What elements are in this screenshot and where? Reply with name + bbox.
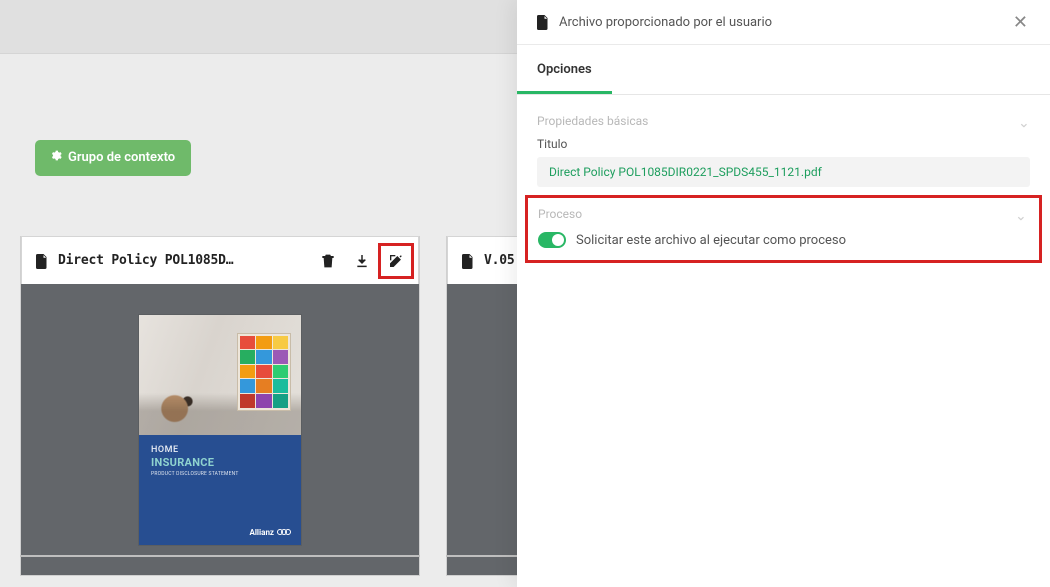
file-card-actions: [318, 251, 406, 271]
edit-button[interactable]: [386, 251, 406, 271]
thumb-line2: INSURANCE: [151, 456, 289, 469]
toggle-request-on-run: Solicitar este archivo al ejecutar como …: [538, 232, 1027, 248]
context-group-label: Grupo de contexto: [68, 150, 175, 165]
thumb-line1: HOME: [151, 445, 289, 455]
close-icon: ✕: [1013, 12, 1028, 32]
toggle-label: Solicitar este archivo al ejecutar como …: [576, 233, 846, 248]
thumbnail-photo: [139, 315, 301, 436]
thumb-line3: PRODUCT DISCLOSURE STATEMENT: [151, 471, 289, 477]
file-card: Direct Policy POL1085D…: [20, 236, 420, 576]
properties-side-panel: Archivo proporcionado por el usuario ✕ O…: [517, 0, 1050, 587]
section-basic-label: Propiedades básicas: [537, 114, 648, 128]
context-group-pill[interactable]: Grupo de contexto: [35, 140, 191, 176]
close-button[interactable]: ✕: [1011, 11, 1030, 33]
file-card-title: Direct Policy POL1085D…: [58, 253, 308, 268]
chevron-down-icon: ⌃: [1015, 206, 1027, 222]
section-proceso-label: Proceso: [538, 207, 582, 221]
brand-text: Allianz: [249, 528, 274, 537]
field-title-label: Titulo: [537, 137, 1030, 151]
thumbnail-caption: HOME INSURANCE PRODUCT DISCLOSURE STATEM…: [139, 435, 301, 544]
panel-header: Archivo proporcionado por el usuario ✕: [517, 0, 1050, 45]
chevron-down-icon: ⌃: [1018, 113, 1030, 129]
download-button[interactable]: [352, 251, 372, 271]
document-icon: [537, 15, 549, 29]
gear-icon: [49, 149, 62, 166]
brand-rings-icon: [277, 529, 291, 535]
delete-button[interactable]: [318, 251, 338, 271]
toggle-switch[interactable]: [538, 232, 566, 248]
document-icon: [462, 254, 474, 268]
document-icon: [36, 254, 48, 268]
proceso-highlight-box: Proceso ⌃ Solicitar este archivo al ejec…: [525, 195, 1042, 263]
file-card-body: HOME INSURANCE PRODUCT DISCLOSURE STATEM…: [21, 284, 419, 575]
thumb-brand: Allianz: [249, 528, 291, 537]
section-basic-properties[interactable]: Propiedades básicas ⌃: [537, 113, 1030, 129]
panel-tabs: Opciones: [517, 45, 1050, 95]
panel-body: Propiedades básicas ⌃ Titulo Proceso ⌃ S…: [517, 95, 1050, 281]
file-thumbnail[interactable]: HOME INSURANCE PRODUCT DISCLOSURE STATEM…: [139, 315, 301, 545]
section-proceso[interactable]: Proceso ⌃: [538, 206, 1027, 222]
tab-opciones[interactable]: Opciones: [517, 45, 612, 94]
panel-title: Archivo proporcionado por el usuario: [559, 15, 1001, 30]
field-title-input[interactable]: [537, 157, 1030, 187]
file-card-header: Direct Policy POL1085D…: [21, 236, 419, 284]
